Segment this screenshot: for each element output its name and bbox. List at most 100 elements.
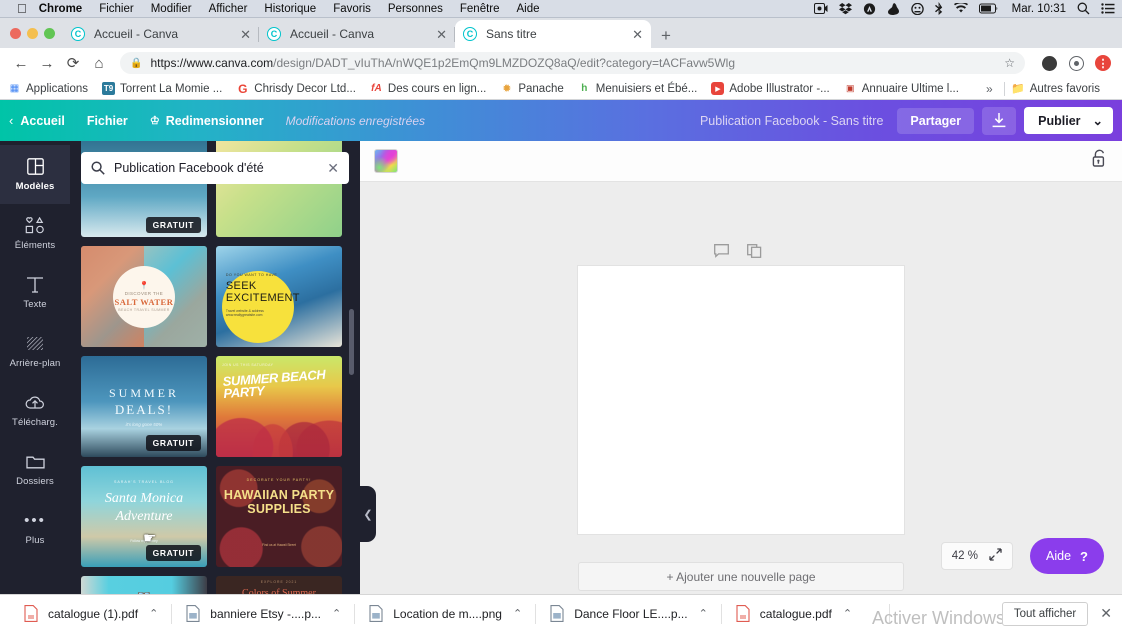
back-button[interactable]: ← xyxy=(8,50,34,76)
canva-home-button[interactable]: ‹ Accueil xyxy=(9,113,65,128)
design-page-canvas[interactable] xyxy=(578,266,904,534)
apple-icon[interactable]:  xyxy=(17,2,27,15)
download-menu-icon[interactable]: ⌃ xyxy=(513,607,522,620)
duplicate-page-icon[interactable] xyxy=(747,244,762,263)
sidebar-label: Modèles xyxy=(15,181,55,192)
template-card-hawaiian-party[interactable]: DECORATE YOUR PARTY! HAWAIIAN PARTY SUPP… xyxy=(216,466,342,567)
template-card-colors-of-summer[interactable]: EXPLORE 2021 Colors of Summer xyxy=(216,576,342,594)
panel-collapse-button[interactable]: ❮ xyxy=(360,486,376,542)
creative-cloud-icon[interactable] xyxy=(863,2,876,15)
menu-personnes[interactable]: Personnes xyxy=(388,3,443,15)
chrome-menu-icon[interactable]: ⋮ xyxy=(1092,52,1114,74)
canva-share-button[interactable]: Partager xyxy=(897,107,975,134)
fullscreen-icon[interactable] xyxy=(989,548,1002,564)
wifi-icon[interactable] xyxy=(953,3,968,14)
home-button[interactable]: ⌂ xyxy=(86,50,112,76)
menu-favoris[interactable]: Favoris xyxy=(333,3,371,15)
tab-close-icon[interactable]: ✕ xyxy=(632,28,643,41)
tab-sans-titre[interactable]: C Sans titre ✕ xyxy=(455,20,651,48)
search-input[interactable]: Publication Facebook d'été ✕ xyxy=(81,152,349,184)
bookmark-des-cours-en-ligne[interactable]: fA Des cours en lign... xyxy=(370,82,486,95)
menu-fenetre[interactable]: Fenêtre xyxy=(460,3,500,15)
bookmark-star-icon[interactable]: ☆ xyxy=(1004,56,1015,70)
menu-modifier[interactable]: Modifier xyxy=(151,3,192,15)
background-color-swatch[interactable] xyxy=(374,149,398,173)
add-new-page-button[interactable]: + Ajouter une nouvelle page xyxy=(578,562,904,591)
comment-icon[interactable] xyxy=(714,244,729,263)
canva-publish-button[interactable]: Publier ⌄ xyxy=(1024,107,1113,134)
download-item-catalogue-1[interactable]: catalogue (1).pdf ⌃ xyxy=(10,595,173,632)
lock-icon: 🔒 xyxy=(130,57,143,69)
close-window-button[interactable] xyxy=(10,27,21,39)
zoom-control[interactable]: 42 % xyxy=(940,542,1013,570)
pdf-file-icon xyxy=(736,605,750,622)
tab-close-icon[interactable]: ✕ xyxy=(436,28,447,41)
flame-icon[interactable] xyxy=(887,2,900,15)
download-menu-icon[interactable]: ⌃ xyxy=(332,607,341,620)
close-downloads-bar-button[interactable]: ✕ xyxy=(1100,605,1112,622)
bookmark-annuaire-ultime[interactable]: ▣ Annuaire Ultime l... xyxy=(844,82,959,95)
face-icon[interactable] xyxy=(910,2,924,15)
minimize-window-button[interactable] xyxy=(27,27,38,39)
menu-fichier[interactable]: Fichier xyxy=(99,3,134,15)
template-card-summer-deals[interactable]: SUMMER DEALS! it's long gone 50% GRATUIT xyxy=(81,356,207,457)
menu-historique[interactable]: Historique xyxy=(264,3,316,15)
bluetooth-icon[interactable] xyxy=(934,2,943,15)
spotlight-search-icon[interactable] xyxy=(1077,2,1090,15)
canva-resize-button[interactable]: ♔ Redimensionner xyxy=(150,114,264,128)
bookmark-panache[interactable]: ✹ Panache xyxy=(500,82,564,96)
bookmark-autres-favoris[interactable]: 📁 Autres favoris xyxy=(1011,82,1100,96)
bookmarks-overflow-button[interactable]: » xyxy=(986,82,993,96)
sidebar-item-texte[interactable]: Texte xyxy=(0,263,70,322)
maximize-window-button[interactable] xyxy=(44,27,55,39)
download-item-catalogue[interactable]: catalogue.pdf ⌃ xyxy=(722,595,891,632)
extension-dot-icon[interactable] xyxy=(1038,52,1060,74)
control-center-icon[interactable] xyxy=(1101,3,1115,14)
url-path: /design/DADT_vIuThA/nWQE1p2EmQm9LMZDOZQ8… xyxy=(273,56,736,70)
help-button[interactable]: Aide ? xyxy=(1030,538,1104,574)
profile-avatar-icon[interactable] xyxy=(1065,52,1087,74)
dropbox-icon[interactable] xyxy=(838,2,852,15)
bookmarks-divider xyxy=(1003,81,1005,96)
download-item-dance-floor[interactable]: Dance Floor LE....p... ⌃ xyxy=(536,595,722,632)
bookmark-menuisiers[interactable]: h Menuisiers et Ébé... xyxy=(578,82,697,95)
address-bar[interactable]: 🔒 https://www.canva.com/design/DADT_vIuT… xyxy=(120,52,1025,74)
sidebar-item-telechargements[interactable]: Télécharg. xyxy=(0,381,70,440)
panel-scrollbar[interactable] xyxy=(349,309,354,375)
menu-aide[interactable]: Aide xyxy=(517,3,540,15)
bookmark-adobe-illustrator[interactable]: ▶ Adobe Illustrator -... xyxy=(711,82,830,95)
template-card-seek-excitement[interactable]: DO YOU WANT TO HAVE SEEK EXCITEMENT Trav… xyxy=(215,246,342,347)
bookmark-torrent-la-momie[interactable]: T9 Torrent La Momie ... xyxy=(102,82,222,95)
unlock-icon[interactable] xyxy=(1091,149,1108,173)
sidebar-item-elements[interactable]: Éléments xyxy=(0,204,70,263)
download-menu-icon[interactable]: ⌃ xyxy=(843,607,852,620)
download-menu-icon[interactable]: ⌃ xyxy=(699,607,708,620)
new-tab-button[interactable]: + xyxy=(661,27,671,44)
bookmark-applications[interactable]: ▦ Applications xyxy=(8,82,88,95)
screen-record-icon[interactable] xyxy=(813,3,828,14)
sidebar-item-plus[interactable]: ••• Plus xyxy=(0,499,70,558)
reload-button[interactable]: ⟳ xyxy=(60,50,86,76)
forward-button[interactable]: → xyxy=(34,50,60,76)
menu-afficher[interactable]: Afficher xyxy=(209,3,248,15)
sidebar-item-arriere-plan[interactable]: Arrière-plan xyxy=(0,322,70,381)
download-item-location-de-m[interactable]: Location de m....png ⌃ xyxy=(355,595,537,632)
clear-x-icon[interactable]: ✕ xyxy=(327,160,339,177)
menu-chrome[interactable]: Chrome xyxy=(39,3,82,15)
canva-file-menu[interactable]: Fichier xyxy=(87,114,128,128)
download-item-banniere-etsy[interactable]: banniere Etsy -....p... ⌃ xyxy=(172,595,356,632)
sidebar-item-modeles[interactable]: Modèles xyxy=(0,145,70,204)
tab-close-icon[interactable]: ✕ xyxy=(240,28,251,41)
template-card-sunglasses[interactable]: 👓 xyxy=(81,576,207,594)
template-card-summer-beach-party[interactable]: JOIN US THIS SATURDAY SUMMER BEACH PARTY xyxy=(216,356,342,457)
show-all-downloads-button[interactable]: Tout afficher xyxy=(1001,601,1089,626)
download-menu-icon[interactable]: ⌃ xyxy=(149,607,158,620)
battery-icon[interactable] xyxy=(978,3,999,14)
sidebar-item-dossiers[interactable]: Dossiers xyxy=(0,440,70,499)
tab-accueil-canva-2[interactable]: C Accueil - Canva ✕ xyxy=(259,20,455,48)
canva-download-button[interactable] xyxy=(982,106,1017,135)
template-card-santa-monica[interactable]: SARAH'S TRAVEL BLOG Santa Monica Adventu… xyxy=(81,466,207,567)
tab-accueil-canva-1[interactable]: C Accueil - Canva ✕ xyxy=(63,20,259,48)
template-card-salt-water[interactable]: 📍 DISCOVER THE SALT WATER BEACH TRAVEL S… xyxy=(81,246,207,347)
bookmark-chrisdy-decor[interactable]: G Chrisdy Decor Ltd... xyxy=(236,82,356,96)
